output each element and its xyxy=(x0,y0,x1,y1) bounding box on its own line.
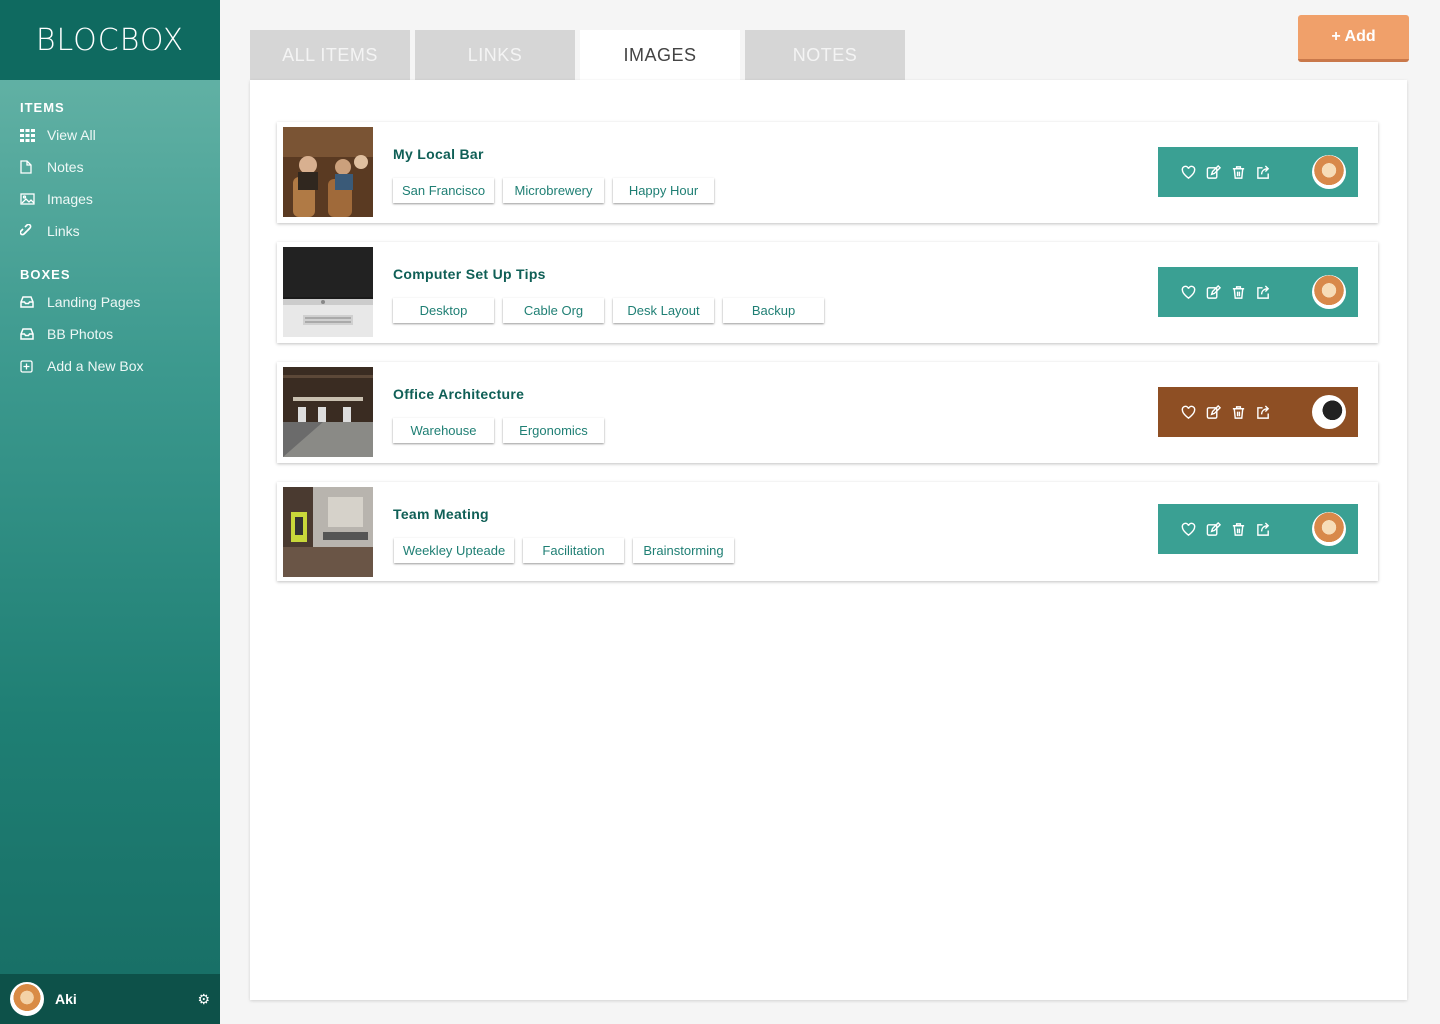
edit-icon[interactable] xyxy=(1201,521,1226,537)
heart-icon[interactable] xyxy=(1176,522,1201,537)
tag[interactable]: Backup xyxy=(723,298,824,323)
tag[interactable]: Desktop xyxy=(393,298,494,323)
sidebar-item-label: Images xyxy=(47,191,93,207)
edit-icon[interactable] xyxy=(1201,404,1226,420)
action-bar xyxy=(1158,504,1358,554)
gear-icon[interactable]: ⚙ xyxy=(197,991,210,1008)
tag[interactable]: Cable Org xyxy=(503,298,604,323)
sidebar-item-images[interactable]: Images xyxy=(20,183,200,215)
sidebar-item-label: Add a New Box xyxy=(47,358,144,374)
heart-icon[interactable] xyxy=(1176,405,1201,420)
inbox-icon xyxy=(20,296,47,308)
tab-notes[interactable]: NOTES xyxy=(745,30,905,80)
items-section: ITEMS View All Notes Images Links BOXES xyxy=(0,100,220,382)
tag[interactable]: Ergonomics xyxy=(503,418,604,443)
share-icon[interactable] xyxy=(1251,404,1276,420)
tag[interactable]: Happy Hour xyxy=(613,178,714,203)
item-title[interactable]: Computer Set Up Tips xyxy=(393,266,546,282)
sidebar-item-notes[interactable]: Notes xyxy=(20,151,200,183)
sidebar-item-label: View All xyxy=(47,127,96,143)
owner-avatar[interactable] xyxy=(1312,512,1346,546)
trash-icon[interactable] xyxy=(1226,165,1251,180)
tag-list: Weekley Upteade Facilitation Brainstormi… xyxy=(394,538,734,563)
user-bar: Aki ⚙ xyxy=(0,974,220,1024)
item-thumbnail[interactable] xyxy=(283,367,373,457)
share-icon[interactable] xyxy=(1251,164,1276,180)
owner-avatar[interactable] xyxy=(1312,275,1346,309)
tag[interactable]: Brainstorming xyxy=(633,538,734,563)
heart-icon[interactable] xyxy=(1176,165,1201,180)
tab-links[interactable]: LINKS xyxy=(415,30,575,80)
item-title[interactable]: Team Meating xyxy=(393,506,489,522)
sidebar-box-landing-pages[interactable]: Landing Pages xyxy=(20,286,200,318)
logo-bar: BLOCBOX xyxy=(0,0,220,80)
trash-icon[interactable] xyxy=(1226,285,1251,300)
sidebar-item-links[interactable]: Links xyxy=(20,215,200,247)
tag-list: Desktop Cable Org Desk Layout Backup xyxy=(393,298,824,323)
sidebar-item-label: Landing Pages xyxy=(47,294,141,310)
sidebar-item-label: Links xyxy=(47,223,80,239)
sidebar-item-label: BB Photos xyxy=(47,326,114,342)
share-icon[interactable] xyxy=(1251,521,1276,537)
items-panel: My Local Bar San Francisco Microbrewery … xyxy=(250,80,1407,1000)
tag[interactable]: Warehouse xyxy=(393,418,494,443)
document-icon xyxy=(20,160,47,174)
item-card[interactable]: Computer Set Up Tips Desktop Cable Org D… xyxy=(277,242,1378,343)
share-icon[interactable] xyxy=(1251,284,1276,300)
grid-icon xyxy=(20,128,47,142)
items-heading: ITEMS xyxy=(20,100,65,115)
item-thumbnail[interactable] xyxy=(283,127,373,217)
item-card[interactable]: Office Architecture Warehouse Ergonomics xyxy=(277,362,1378,463)
boxes-heading: BOXES xyxy=(20,267,71,282)
image-icon xyxy=(20,193,47,205)
user-name: Aki xyxy=(55,991,77,1007)
trash-icon[interactable] xyxy=(1226,405,1251,420)
action-bar xyxy=(1158,267,1358,317)
sidebar-box-bb-photos[interactable]: BB Photos xyxy=(20,318,200,350)
heart-icon[interactable] xyxy=(1176,285,1201,300)
tag[interactable]: Weekley Upteade xyxy=(394,538,514,563)
item-thumbnail[interactable] xyxy=(283,247,373,337)
edit-icon[interactable] xyxy=(1201,164,1226,180)
sidebar-add-new-box[interactable]: Add a New Box xyxy=(20,350,200,382)
item-card[interactable]: My Local Bar San Francisco Microbrewery … xyxy=(277,122,1378,223)
tab-images[interactable]: IMAGES xyxy=(580,30,740,80)
logo[interactable]: BLOCBOX xyxy=(36,23,184,58)
action-bar xyxy=(1158,147,1358,197)
edit-icon[interactable] xyxy=(1201,284,1226,300)
tag-list: Warehouse Ergonomics xyxy=(393,418,604,443)
tab-all-items[interactable]: ALL ITEMS xyxy=(250,30,410,80)
plus-square-icon xyxy=(20,359,47,373)
add-button[interactable]: + Add xyxy=(1298,15,1409,62)
item-title[interactable]: Office Architecture xyxy=(393,386,524,402)
trash-icon[interactable] xyxy=(1226,522,1251,537)
tag-list: San Francisco Microbrewery Happy Hour xyxy=(393,178,714,203)
owner-avatar[interactable] xyxy=(1312,395,1346,429)
owner-avatar[interactable] xyxy=(1312,155,1346,189)
inbox-icon xyxy=(20,328,47,340)
tag[interactable]: Desk Layout xyxy=(613,298,714,323)
link-icon xyxy=(20,224,47,238)
tag[interactable]: San Francisco xyxy=(393,178,494,203)
tab-bar: ALL ITEMS LINKS IMAGES NOTES xyxy=(250,30,905,80)
item-thumbnail[interactable] xyxy=(283,487,373,577)
sidebar-item-label: Notes xyxy=(47,159,84,175)
sidebar-item-view-all[interactable]: View All xyxy=(20,119,200,151)
sidebar: BLOCBOX ITEMS View All Notes Images Link… xyxy=(0,0,220,1024)
avatar[interactable] xyxy=(10,982,44,1016)
tag[interactable]: Microbrewery xyxy=(503,178,604,203)
item-card[interactable]: Team Meating Weekley Upteade Facilitatio… xyxy=(277,482,1378,581)
item-title[interactable]: My Local Bar xyxy=(393,146,484,162)
tag[interactable]: Facilitation xyxy=(523,538,624,563)
action-bar xyxy=(1158,387,1358,437)
